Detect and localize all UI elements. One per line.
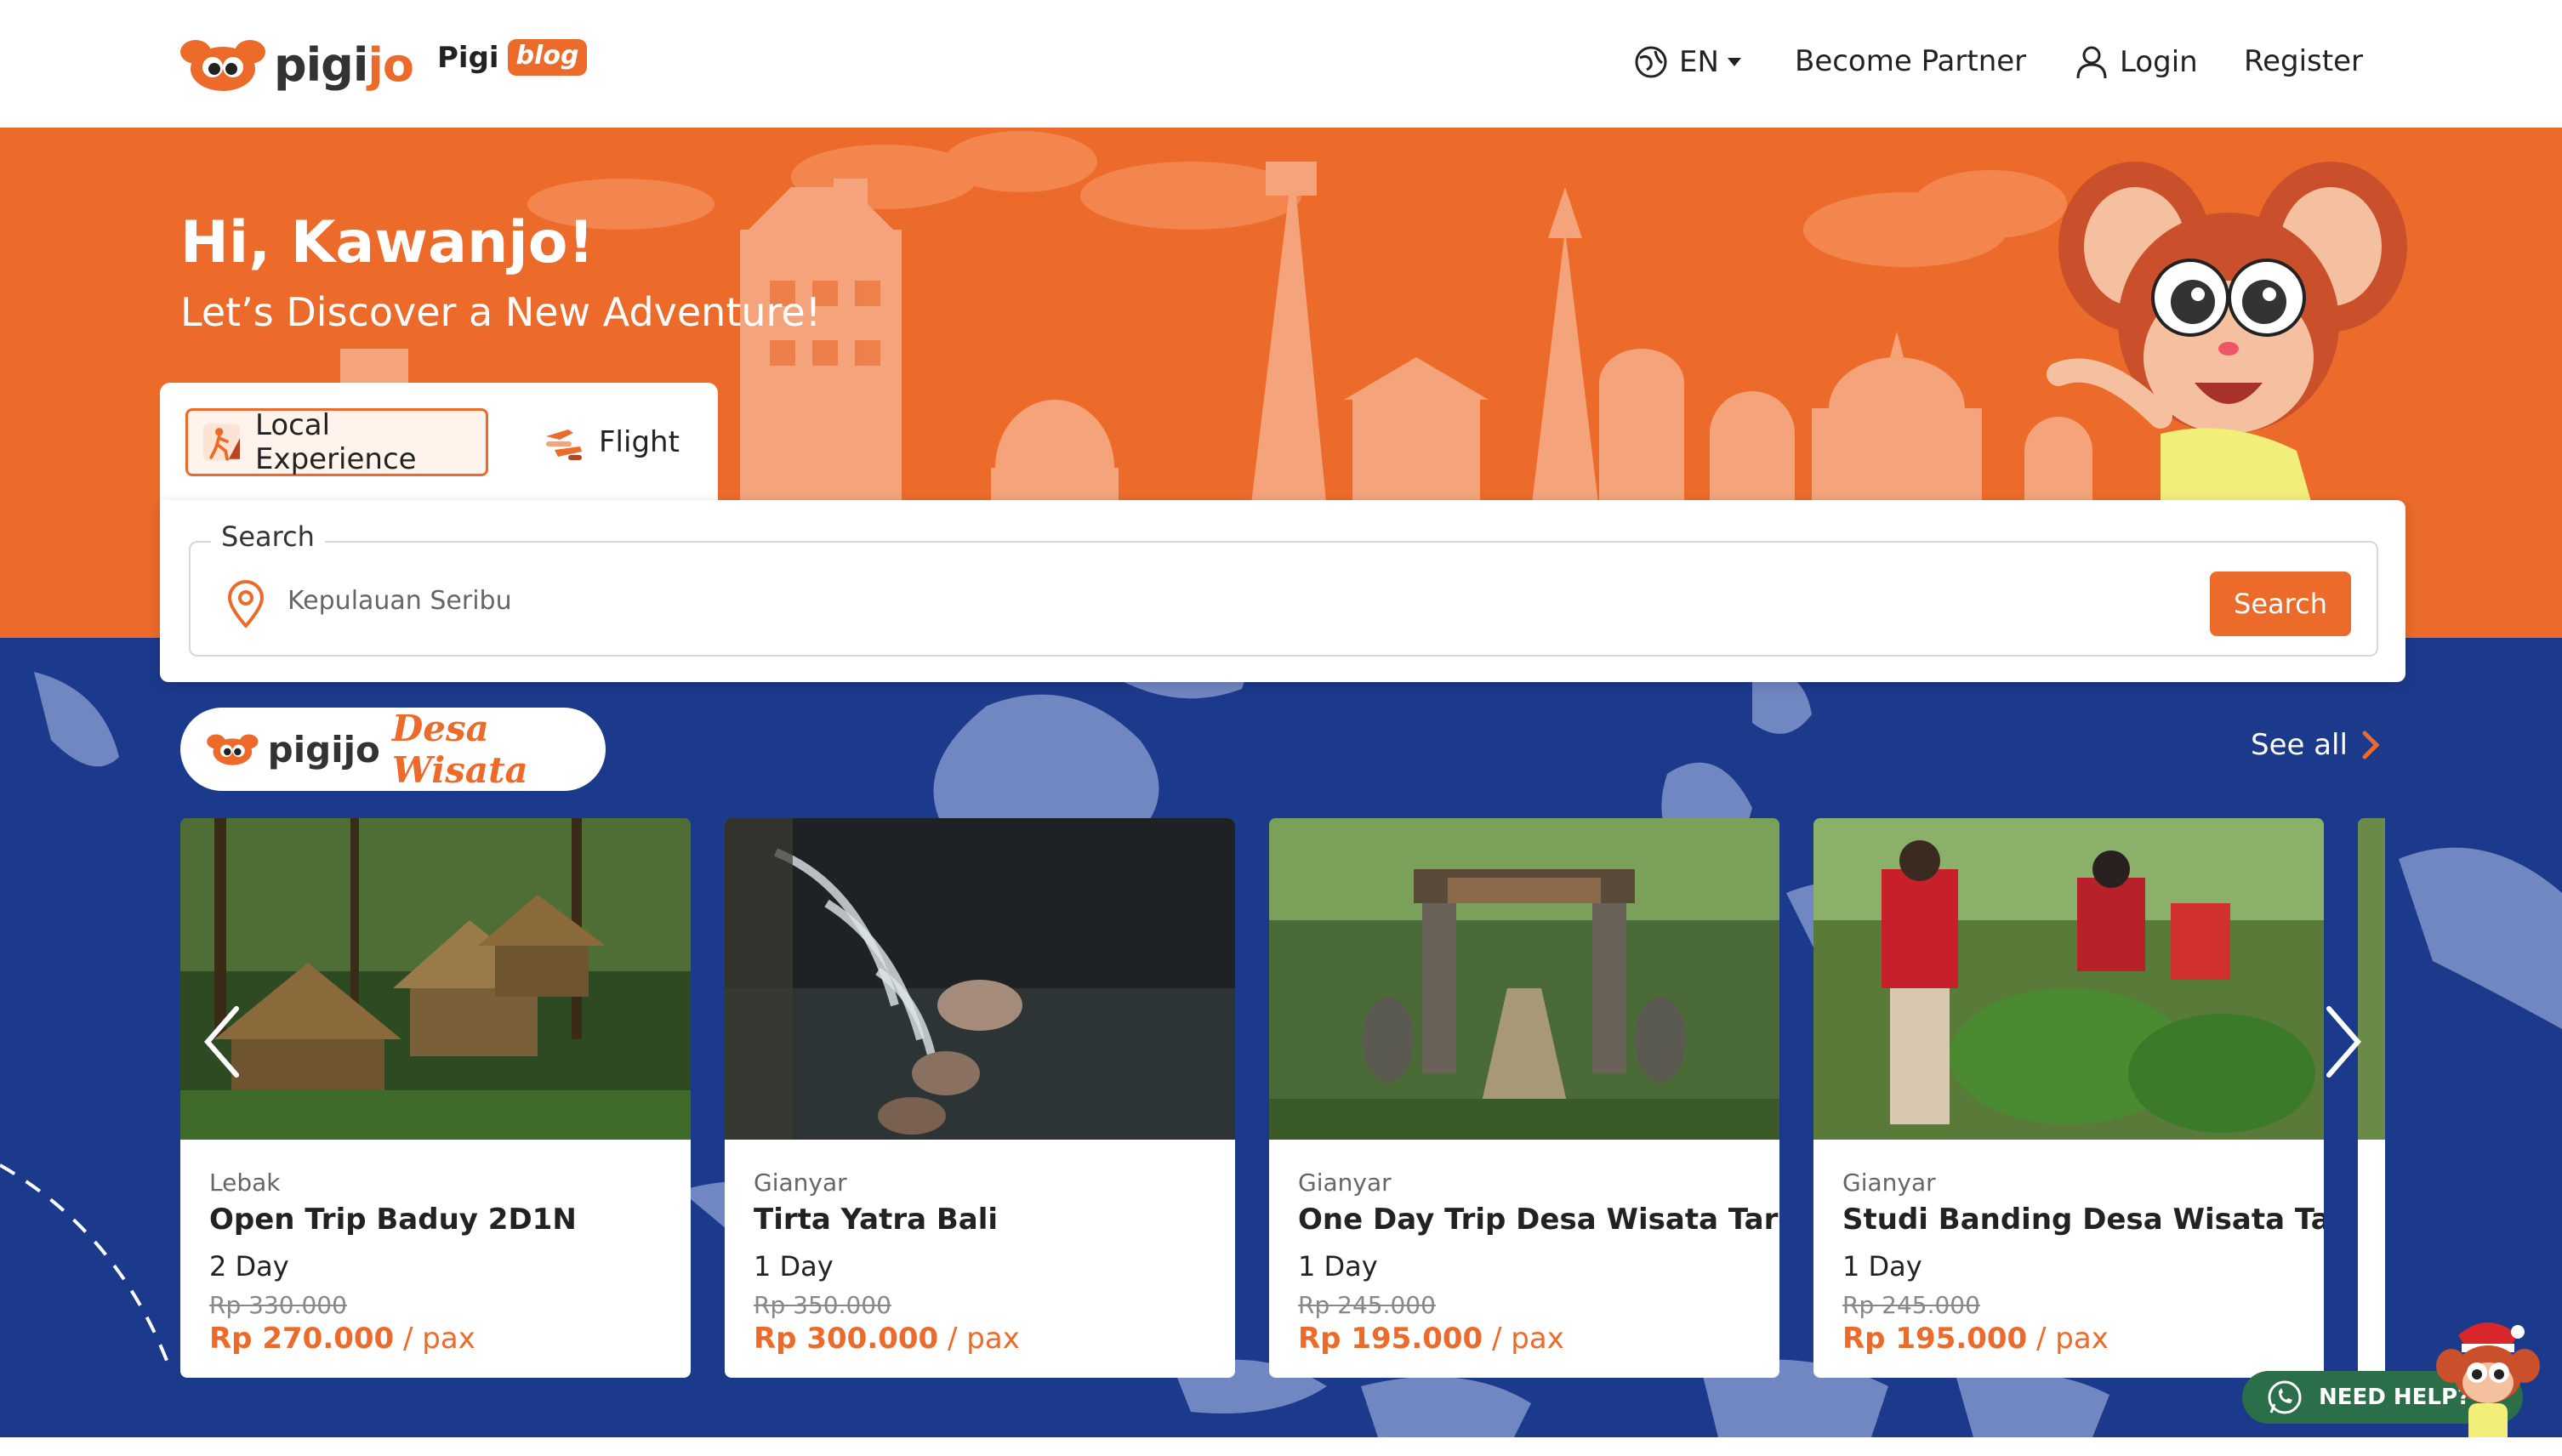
login-link[interactable]: Login xyxy=(2074,44,2198,80)
search-tabs: Local Experience Flight xyxy=(160,383,718,502)
search-input[interactable] xyxy=(288,575,1989,626)
user-icon xyxy=(2076,46,2107,79)
tour-card-peek[interactable] xyxy=(2358,818,2385,1378)
language-label: EN xyxy=(1679,45,1719,79)
search-button[interactable]: Search xyxy=(2210,572,2351,636)
hero-subtitle: Let’s Discover a New Adventure! xyxy=(180,289,822,335)
carousel-prev-icon[interactable] xyxy=(201,1004,243,1080)
desa-wisata-brand: pigijo xyxy=(267,728,380,771)
pigijo-mascot-icon xyxy=(207,734,259,765)
card-duration: 1 Day xyxy=(754,1250,834,1283)
card-duration: 1 Day xyxy=(1842,1250,1922,1283)
pigijo-logo[interactable]: pigijo xyxy=(179,29,414,100)
card-original-price: Rp 245.000 xyxy=(1298,1291,1436,1319)
tour-card[interactable]: Gianyar Studi Banding Desa Wisata Taro 1… xyxy=(1813,818,2324,1378)
top-navbar: pigijo Pigi blog EN Become Partner Login… xyxy=(0,0,2562,128)
card-original-price: Rp 245.000 xyxy=(1842,1291,1980,1319)
search-legend: Search xyxy=(211,520,325,553)
card-duration: 2 Day xyxy=(209,1250,289,1283)
tab-local-experience[interactable]: Local Experience xyxy=(185,408,488,476)
card-title: Open Trip Baduy 2D1N xyxy=(209,1203,577,1237)
globe-icon xyxy=(1635,46,1667,78)
plane-icon xyxy=(546,429,582,460)
help-mascot-illustration xyxy=(2436,1322,2540,1456)
logo-wordmark: pigijo xyxy=(274,37,414,92)
card-location: Lebak xyxy=(209,1169,281,1197)
tour-card[interactable]: Lebak Open Trip Baduy 2D1N 2 Day Rp 330.… xyxy=(180,818,691,1378)
become-partner-link[interactable]: Become Partner xyxy=(1795,44,2026,78)
card-original-price: Rp 330.000 xyxy=(209,1291,347,1319)
language-selector[interactable]: EN xyxy=(1633,44,1741,80)
tour-card[interactable]: Gianyar Tirta Yatra Bali 1 Day Rp 350.00… xyxy=(725,818,1235,1378)
page-bottom-strip xyxy=(0,1437,2562,1456)
tab-flight-label: Flight xyxy=(599,425,680,459)
card-price: Rp 270.000 / pax xyxy=(209,1322,475,1356)
card-location: Gianyar xyxy=(754,1169,847,1197)
tour-photo-baduy xyxy=(180,818,691,1140)
chevron-right-icon xyxy=(2362,731,2380,759)
card-title: Studi Banding Desa Wisata Taro xyxy=(1842,1203,2324,1237)
hiker-icon xyxy=(202,424,241,461)
card-price: Rp 195.000 / pax xyxy=(1298,1322,1564,1356)
card-title: Tirta Yatra Bali xyxy=(754,1203,999,1237)
login-label: Login xyxy=(2120,45,2198,79)
card-original-price: Rp 350.000 xyxy=(754,1291,891,1319)
pigijo-mascot-icon xyxy=(180,40,265,91)
register-link[interactable]: Register xyxy=(2244,44,2363,78)
tour-photo-taro-gate xyxy=(1269,818,1779,1140)
tour-photo-tirta-yatra xyxy=(725,818,1235,1140)
tab-local-experience-label: Local Experience xyxy=(254,408,417,476)
location-pin-icon xyxy=(227,580,265,628)
search-card: Search Search xyxy=(160,500,2405,682)
mascot-monkey-illustration xyxy=(2047,162,2407,510)
tab-flight[interactable]: Flight xyxy=(543,408,713,476)
carousel-next-icon[interactable] xyxy=(2322,1004,2365,1080)
desa-wisata-title: Desa Wisata xyxy=(391,708,528,791)
pigi-blog-link[interactable]: Pigi blog xyxy=(437,39,588,76)
card-price: Rp 300.000 / pax xyxy=(754,1322,1020,1356)
hero-title: Hi, Kawanjo! xyxy=(180,209,595,276)
search-field-group: Search Search xyxy=(189,520,2378,657)
tour-photo-studi-banding xyxy=(1813,818,2324,1140)
caret-down-icon xyxy=(1727,58,1741,66)
see-all-link[interactable]: See all xyxy=(2251,728,2380,762)
blog-badge: blog xyxy=(507,39,588,76)
card-location: Gianyar xyxy=(1842,1169,1936,1197)
card-price: Rp 195.000 / pax xyxy=(1842,1322,2109,1356)
card-duration: 1 Day xyxy=(1298,1250,1378,1283)
card-title: One Day Trip Desa Wisata Taro xyxy=(1298,1203,1779,1237)
see-all-label: See all xyxy=(2251,728,2348,762)
pigi-blog-prefix: Pigi xyxy=(437,40,499,75)
desa-wisata-badge: pigijo Desa Wisata xyxy=(180,708,606,791)
card-location: Gianyar xyxy=(1298,1169,1392,1197)
whatsapp-icon xyxy=(2268,1380,2302,1414)
tour-card[interactable]: Gianyar One Day Trip Desa Wisata Taro 1 … xyxy=(1269,818,1779,1378)
